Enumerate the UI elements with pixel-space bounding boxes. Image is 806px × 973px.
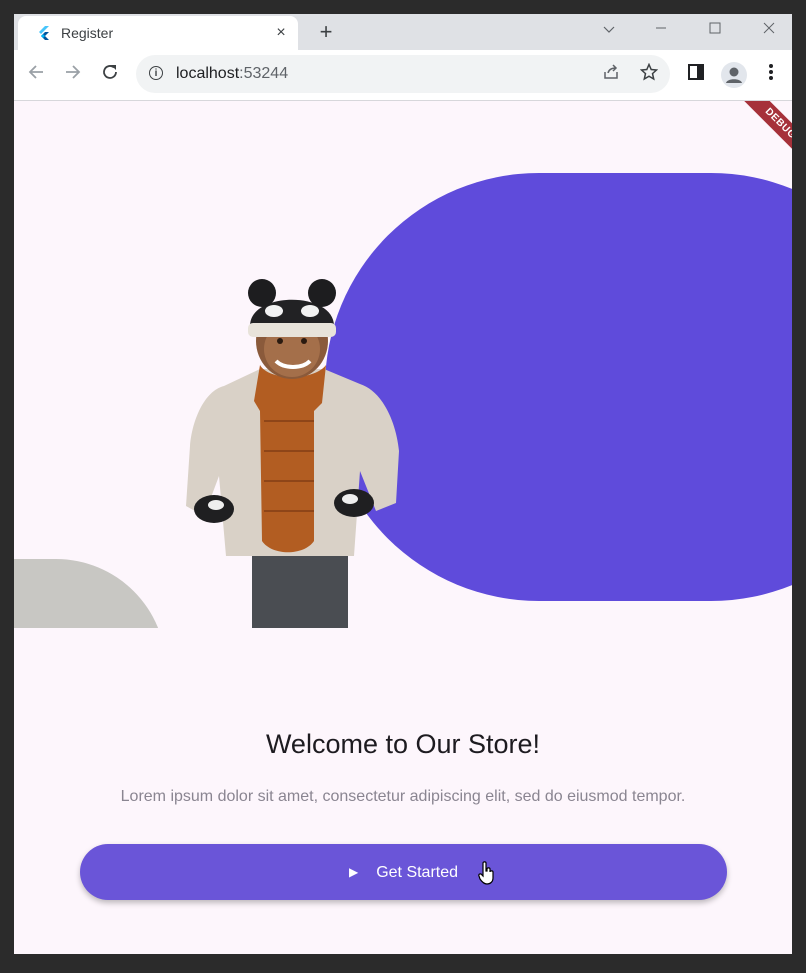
page-title: Welcome to Our Store! bbox=[265, 729, 541, 759]
info-icon[interactable]: i bbox=[149, 66, 163, 80]
address-bar[interactable]: i localhost:53244 bbox=[136, 55, 670, 93]
reload-icon[interactable] bbox=[98, 63, 122, 87]
play-icon: ▶ bbox=[348, 865, 359, 879]
menu-icon[interactable] bbox=[759, 63, 783, 87]
tab-close-icon[interactable]: × bbox=[270, 22, 292, 44]
chevron-down-icon[interactable] bbox=[586, 14, 632, 46]
url-text: localhost:53244 bbox=[176, 65, 288, 83]
browser-toolbar: i localhost:53244 bbox=[14, 50, 792, 101]
star-icon[interactable] bbox=[638, 62, 660, 85]
gray-shape bbox=[14, 559, 166, 628]
page-subtitle: Lorem ipsum dolor sit amet, consectetur … bbox=[120, 788, 686, 805]
tab-strip: Register × + bbox=[14, 14, 792, 50]
back-icon[interactable] bbox=[24, 63, 48, 87]
hand-cursor-icon bbox=[478, 861, 494, 885]
forward-icon[interactable] bbox=[61, 63, 85, 87]
browser-window: Register × + i localhost:53244 DEBUG Wel… bbox=[14, 14, 792, 954]
maximize-icon[interactable] bbox=[692, 14, 738, 46]
get-started-button[interactable]: ▶ Get Started bbox=[80, 844, 727, 900]
window-close-icon[interactable] bbox=[746, 14, 792, 46]
profile-icon[interactable] bbox=[721, 62, 747, 88]
url-host: localhost bbox=[176, 65, 240, 82]
url-port: :53244 bbox=[239, 65, 289, 82]
new-tab-button[interactable]: + bbox=[314, 20, 338, 44]
hero-illustration bbox=[14, 101, 792, 628]
flutter-icon bbox=[39, 26, 49, 40]
child-model-image bbox=[186, 279, 399, 628]
tab-register[interactable]: Register × bbox=[18, 16, 298, 50]
minimize-icon[interactable] bbox=[638, 14, 684, 46]
side-panel-icon[interactable] bbox=[684, 63, 708, 87]
get-started-label: Get Started bbox=[376, 864, 459, 881]
tab-title: Register bbox=[61, 25, 114, 41]
page-content: DEBUG Welcome to Our Store! Lorem ipsum … bbox=[14, 101, 792, 954]
share-icon[interactable] bbox=[600, 63, 622, 85]
